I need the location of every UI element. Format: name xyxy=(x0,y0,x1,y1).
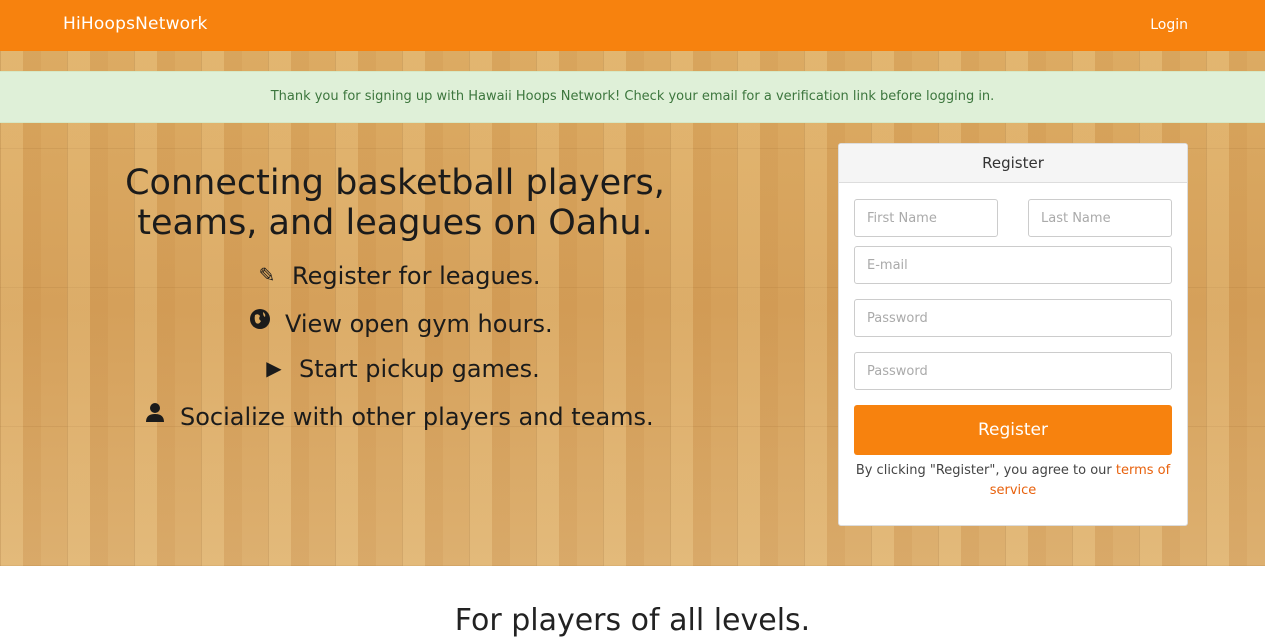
feature-label: Start pickup games. xyxy=(299,355,540,383)
play-icon: ▶ xyxy=(266,356,282,380)
signup-success-alert: Thank you for signing up with Hawaii Hoo… xyxy=(0,71,1265,123)
alert-message: Thank you for signing up with Hawaii Hoo… xyxy=(270,89,995,104)
register-button[interactable]: Register xyxy=(854,405,1172,455)
first-name-field[interactable] xyxy=(854,199,998,237)
register-panel-title: Register xyxy=(839,144,1187,183)
feature-label: View open gym hours. xyxy=(285,310,553,338)
password-field[interactable] xyxy=(854,299,1172,337)
register-panel: Register Register By clicking "Register"… xyxy=(838,143,1188,526)
brand-link[interactable]: HiHoopsNetwork xyxy=(63,14,208,34)
terms-notice: By clicking "Register", you agree to our… xyxy=(854,461,1172,501)
terms-prefix: By clicking "Register", you agree to our xyxy=(855,463,1116,478)
pencil-icon: ✎ xyxy=(258,263,276,287)
feature-socialize: Socialize with other players and teams. xyxy=(140,401,654,433)
feature-label: Socialize with other players and teams. xyxy=(180,403,654,431)
password-confirm-field[interactable] xyxy=(854,352,1172,390)
hero-headline: Connecting basketball players, teams, an… xyxy=(125,163,665,243)
last-name-field[interactable] xyxy=(1028,199,1172,237)
user-icon xyxy=(140,401,170,428)
login-link[interactable]: Login xyxy=(1150,17,1188,33)
email-field[interactable] xyxy=(854,246,1172,284)
feature-pickup-games: ▶ Start pickup games. xyxy=(259,355,540,387)
globe-icon xyxy=(245,308,275,335)
navbar: HiHoopsNetwork Login xyxy=(0,0,1265,51)
section-title: For players of all levels. xyxy=(454,603,811,638)
feature-label: Register for leagues. xyxy=(292,262,541,290)
feature-register-leagues: ✎ Register for leagues. xyxy=(252,262,541,294)
feature-open-gym: View open gym hours. xyxy=(245,308,553,340)
